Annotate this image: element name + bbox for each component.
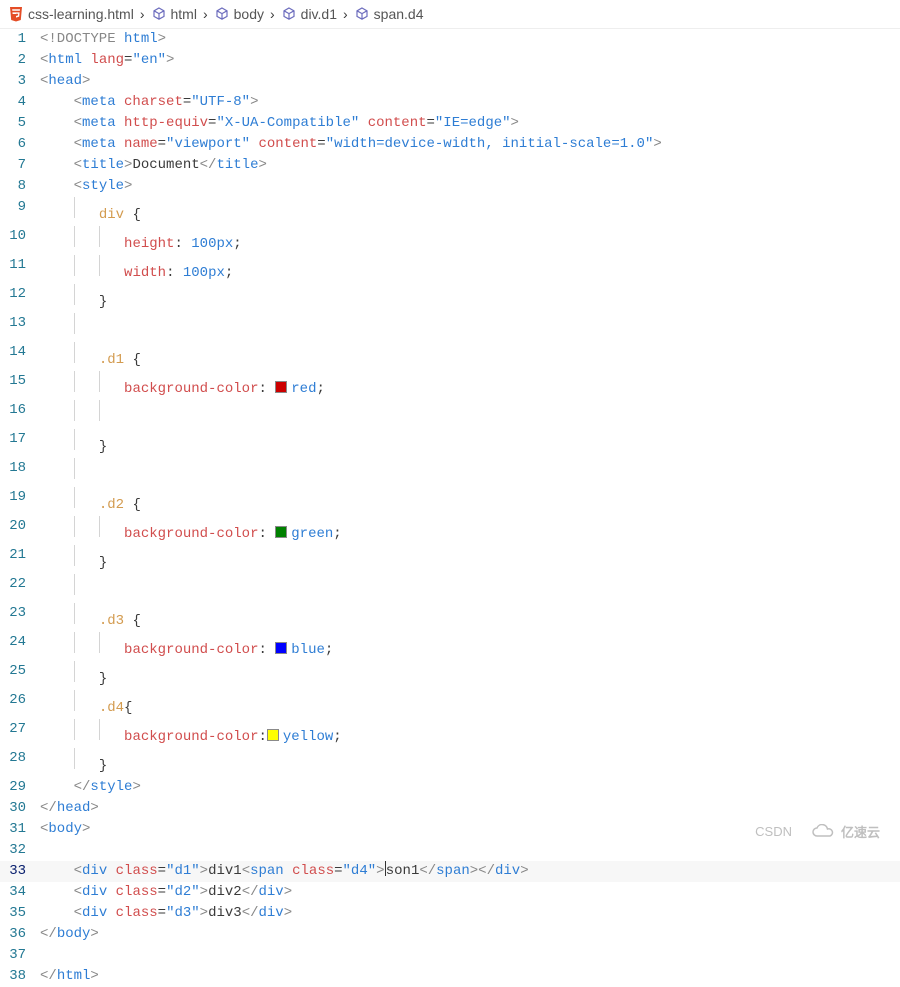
color-swatch-blue[interactable] [275,642,287,654]
code-line: 18 [0,458,900,487]
code-line: 21 } [0,545,900,574]
breadcrumb-item-body[interactable]: body [214,6,264,22]
breadcrumb: css-learning.html › html › body › div.d1… [0,0,900,29]
code-line: 36</body> [0,924,900,945]
breadcrumb-item-html[interactable]: html [151,6,197,22]
watermark-csdn: CSDN [755,824,792,839]
chevron-right-icon: › [140,6,145,22]
code-line: 37 [0,945,900,966]
code-line: 10 height: 100px; [0,226,900,255]
watermark: CSDN 亿速云 [755,822,880,841]
code-line: 34 <div class="d2">div2</div> [0,882,900,903]
code-line: 20 background-color: green; [0,516,900,545]
cloud-icon [810,824,836,840]
html5-icon [8,6,24,22]
chevron-right-icon: › [343,6,348,22]
code-line: 38</html> [0,966,900,987]
code-line-active: 33 <div class="d1">div1<span class="d4">… [0,861,900,882]
breadcrumb-item-span[interactable]: span.d4 [354,6,424,22]
code-line: 7 <title>Document</title> [0,155,900,176]
code-editor[interactable]: 1<!DOCTYPE html> 2<html lang="en"> 3<hea… [0,29,900,987]
code-line: 27 background-color:yellow; [0,719,900,748]
code-line: 11 width: 100px; [0,255,900,284]
cube-icon [151,6,167,22]
code-line: 26 .d4{ [0,690,900,719]
code-line: 14 .d1 { [0,342,900,371]
code-line: 32 [0,840,900,861]
cube-icon [354,6,370,22]
code-line: 25 } [0,661,900,690]
cube-icon [281,6,297,22]
breadcrumb-item-file[interactable]: css-learning.html [8,6,134,22]
breadcrumb-item-div[interactable]: div.d1 [281,6,337,22]
code-line: 9 div { [0,197,900,226]
code-line: 29 </style> [0,777,900,798]
code-line: 1<!DOCTYPE html> [0,29,900,50]
chevron-right-icon: › [203,6,208,22]
code-line: 35 <div class="d3">div3</div> [0,903,900,924]
code-line: 19 .d2 { [0,487,900,516]
code-line: 6 <meta name="viewport" content="width=d… [0,134,900,155]
color-swatch-green[interactable] [275,526,287,538]
code-line: 17 } [0,429,900,458]
code-line: 15 background-color: red; [0,371,900,400]
code-line: 30</head> [0,798,900,819]
code-line: 23 .d3 { [0,603,900,632]
cube-icon [214,6,230,22]
code-line: 22 [0,574,900,603]
code-line: 2<html lang="en"> [0,50,900,71]
code-line: 13 [0,313,900,342]
code-line: 5 <meta http-equiv="X-UA-Compatible" con… [0,113,900,134]
code-line: 8 <style> [0,176,900,197]
code-line: 28 } [0,748,900,777]
code-line: 16 [0,400,900,429]
code-line: 3<head> [0,71,900,92]
watermark-yisuyun: 亿速云 [810,822,880,841]
color-swatch-red[interactable] [275,381,287,393]
color-swatch-yellow[interactable] [267,729,279,741]
code-line: 4 <meta charset="UTF-8"> [0,92,900,113]
chevron-right-icon: › [270,6,275,22]
code-line: 12 } [0,284,900,313]
code-line: 24 background-color: blue; [0,632,900,661]
